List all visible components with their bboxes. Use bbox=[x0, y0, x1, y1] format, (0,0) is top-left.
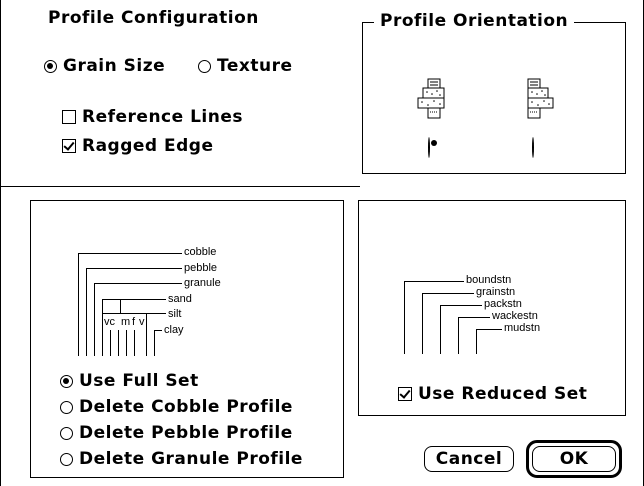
label-sand: sand bbox=[168, 293, 192, 305]
label-v: v bbox=[139, 316, 145, 328]
texture-label: Texture bbox=[217, 56, 293, 76]
label-f: f bbox=[132, 316, 136, 328]
cancel-button[interactable]: Cancel bbox=[424, 446, 514, 472]
label-grainstn: grainstn bbox=[476, 286, 516, 298]
delete-granule-label: Delete Granule Profile bbox=[79, 449, 303, 469]
ok-button[interactable]: OK bbox=[532, 446, 616, 472]
texture-radio[interactable]: Texture bbox=[198, 56, 292, 76]
reference-lines-checkbox[interactable]: Reference Lines bbox=[62, 107, 243, 127]
section-separator bbox=[0, 186, 360, 187]
use-reduced-set-label: Use Reduced Set bbox=[418, 384, 588, 404]
delete-pebble-indicator[interactable] bbox=[60, 426, 73, 440]
delete-cobble-radio[interactable]: Delete Cobble Profile bbox=[60, 397, 293, 417]
delete-cobble-indicator[interactable] bbox=[60, 400, 73, 414]
grain-size-radio-indicator[interactable] bbox=[44, 59, 57, 73]
label-pebble: pebble bbox=[184, 262, 218, 274]
grain-size-label: Grain Size bbox=[63, 56, 166, 76]
profile-orientation-box bbox=[362, 22, 626, 174]
delete-pebble-radio[interactable]: Delete Pebble Profile bbox=[60, 423, 293, 443]
orientation-radio-1[interactable] bbox=[428, 137, 430, 158]
ragged-edge-check-indicator[interactable] bbox=[62, 139, 76, 153]
label-silt: silt bbox=[168, 308, 182, 320]
delete-cobble-label: Delete Cobble Profile bbox=[79, 397, 293, 417]
label-packstn: packstn bbox=[484, 298, 522, 310]
ragged-edge-checkbox[interactable]: Ragged Edge bbox=[62, 136, 214, 156]
grain-size-radio[interactable]: Grain Size bbox=[44, 56, 165, 76]
label-cobble: cobble bbox=[184, 246, 217, 258]
use-reduced-set-check-indicator[interactable] bbox=[398, 387, 412, 401]
label-boundstn: boundstn bbox=[466, 274, 512, 286]
label-mudstn: mudstn bbox=[504, 322, 541, 334]
delete-pebble-label: Delete Pebble Profile bbox=[79, 423, 293, 443]
profile-orientation-title: Profile Orientation bbox=[374, 11, 575, 31]
label-m: m bbox=[121, 316, 131, 328]
delete-granule-indicator[interactable] bbox=[60, 452, 73, 466]
label-granule: granule bbox=[184, 277, 221, 289]
use-reduced-set-checkbox[interactable]: Use Reduced Set bbox=[398, 384, 587, 404]
reference-lines-check-indicator[interactable] bbox=[62, 110, 76, 124]
window-left-edge bbox=[0, 0, 1, 486]
use-full-set-radio[interactable]: Use Full Set bbox=[60, 371, 199, 391]
use-full-set-indicator[interactable] bbox=[60, 374, 73, 388]
orientation-icon-left bbox=[417, 78, 445, 119]
texture-radio-indicator[interactable] bbox=[198, 59, 211, 73]
orientation-radio-2[interactable] bbox=[532, 137, 534, 158]
ragged-edge-label: Ragged Edge bbox=[82, 136, 214, 156]
label-wackestn: wackestn bbox=[492, 310, 538, 322]
label-clay: clay bbox=[164, 324, 184, 336]
orientation-icon-right bbox=[527, 78, 554, 119]
reference-lines-label: Reference Lines bbox=[82, 107, 243, 127]
use-full-set-label: Use Full Set bbox=[79, 371, 199, 391]
delete-granule-radio[interactable]: Delete Granule Profile bbox=[60, 449, 303, 469]
profile-config-title: Profile Configuration bbox=[48, 8, 259, 28]
label-vc: vc bbox=[104, 316, 115, 328]
